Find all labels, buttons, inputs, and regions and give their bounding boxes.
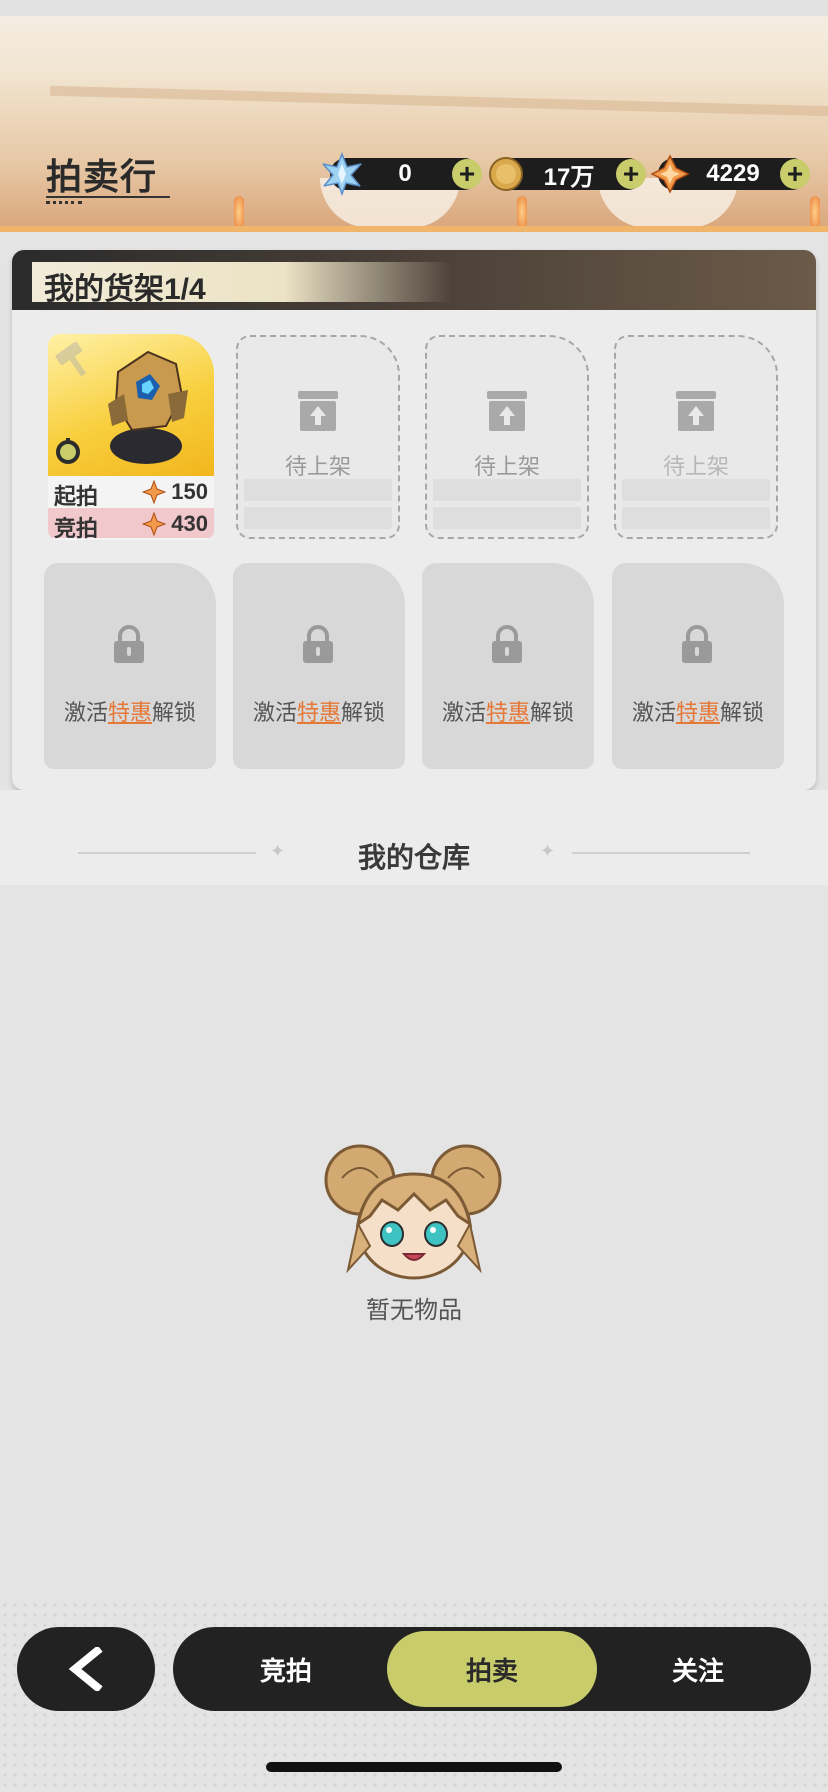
title-dots	[46, 201, 82, 207]
lock-icon	[682, 625, 712, 663]
upload-box-icon	[487, 391, 527, 431]
currency-gold-value: 17万	[543, 163, 595, 191]
empty-mascot-icon	[324, 1144, 502, 1280]
locked-slot-text: 激活特惠解锁	[63, 700, 197, 725]
header-decor-candle	[234, 196, 244, 228]
title-underline	[46, 196, 170, 198]
slot-placeholder-bar	[433, 507, 581, 529]
back-button[interactable]	[17, 1627, 155, 1711]
warehouse-title: 我的仓库	[357, 842, 470, 873]
shelf-title: 我的货架1/4	[44, 273, 206, 306]
lock-icon	[114, 625, 144, 663]
currency-crystal-value: 0	[398, 160, 412, 187]
start-price-value: 150	[171, 479, 208, 504]
empty-state-text: 暂无物品	[366, 1297, 462, 1324]
divider-line	[572, 852, 750, 854]
empty-slot-label: 待上架	[473, 454, 540, 479]
empty-slot-label: 待上架	[284, 454, 351, 479]
empty-slot[interactable]: 待上架	[614, 335, 778, 539]
header-decor-beam	[50, 85, 828, 117]
orange-gem-icon	[142, 480, 166, 504]
start-price-row: 起拍 150	[48, 476, 214, 509]
item-image	[48, 334, 214, 476]
lock-icon	[303, 625, 333, 663]
orange-gem-icon	[142, 512, 166, 536]
tab-bidding[interactable]: 竞拍	[181, 1631, 391, 1707]
currency-gold: 17万 +	[489, 157, 646, 191]
tab-auction[interactable]: 拍卖	[387, 1631, 597, 1707]
header-divider	[0, 226, 828, 232]
my-shelf-panel: 我的货架1/4 起拍 150 竞拍 430 待上架 待上架 待上架 激活特惠解锁…	[12, 250, 816, 790]
tab-bar: 竞拍 拍卖 关注	[173, 1627, 811, 1711]
bid-price-row: 竞拍 430	[48, 508, 214, 540]
home-indicator[interactable]	[266, 1762, 562, 1772]
locked-slot[interactable]: 激活特惠解锁	[44, 563, 216, 769]
currency-gem-value: 4229	[706, 160, 760, 187]
slot-placeholder-bar	[622, 507, 770, 529]
locked-slot-text: 激活特惠解锁	[441, 700, 575, 725]
lock-icon	[492, 625, 522, 663]
slot-placeholder-bar	[433, 479, 581, 501]
header-decor-candle	[810, 196, 820, 228]
orange-gem-icon	[650, 154, 690, 194]
locked-slot-text: 激活特惠解锁	[631, 700, 765, 725]
crystal-icon	[320, 152, 364, 196]
slot-placeholder-bar	[244, 507, 392, 529]
bid-price-value: 430	[171, 511, 208, 536]
tab-following[interactable]: 关注	[593, 1631, 803, 1707]
add-gem-button[interactable]: +	[780, 159, 810, 189]
start-price-label: 起拍	[54, 484, 99, 509]
gold-coin-icon	[489, 157, 523, 191]
shelf-item-card[interactable]: 起拍 150 竞拍 430	[48, 334, 214, 540]
slot-placeholder-bar	[622, 479, 770, 501]
chevron-left-icon	[68, 1647, 103, 1691]
page-title: 拍卖行	[46, 156, 158, 197]
sparkle-icon: ✦	[540, 841, 556, 861]
locked-slot-text: 激活特惠解锁	[252, 700, 386, 725]
mecha-figure-icon	[55, 341, 188, 464]
slot-placeholder-bar	[244, 479, 392, 501]
empty-slot-label: 待上架	[662, 454, 729, 479]
bid-price-label: 竞拍	[54, 516, 99, 540]
header: 拍卖行 0 + 17万 + 4229 +	[0, 0, 828, 232]
empty-slot[interactable]: 待上架	[425, 335, 589, 539]
add-gold-button[interactable]: +	[616, 159, 646, 189]
locked-slot[interactable]: 激活特惠解锁	[233, 563, 405, 769]
locked-slot[interactable]: 激活特惠解锁	[612, 563, 784, 769]
upload-box-icon	[298, 391, 338, 431]
header-decor-candle	[517, 196, 527, 228]
add-crystal-button[interactable]: +	[452, 159, 482, 189]
upload-box-icon	[676, 391, 716, 431]
currency-crystal: 0 +	[320, 152, 482, 196]
currency-gem: 4229 +	[650, 154, 810, 194]
locked-slot[interactable]: 激活特惠解锁	[422, 563, 594, 769]
empty-slot[interactable]: 待上架	[236, 335, 400, 539]
status-strip	[0, 0, 828, 16]
